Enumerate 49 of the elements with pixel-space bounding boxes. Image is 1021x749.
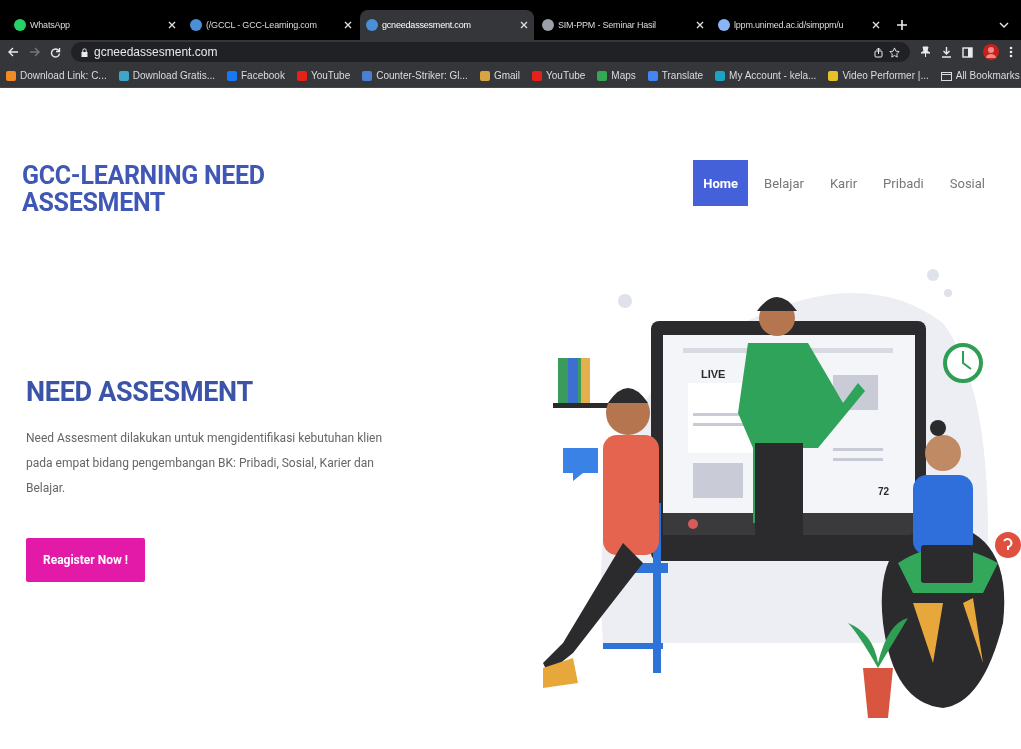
hero-description: Need Assesment dilakukan untuk mengidentifikasi kebutuhan klien pada empat bidang pengembangan BK: Pribadi, Sosial, Karier dan Belajar. [26,430,384,497]
folder-icon [940,70,952,81]
bookmark[interactable]: Counter-Striker: Gl... [362,70,468,81]
nav-link[interactable]: Sosial [939,160,995,206]
bookmark[interactable]: Download Link: C... [6,70,107,81]
profile-avatar-icon[interactable] [983,44,999,60]
bookmark[interactable]: YouTube [296,70,351,81]
viewer-count: 72 [878,486,890,497]
bookmark[interactable]: Facebook [227,70,285,81]
close-icon[interactable] [344,21,352,29]
forward-icon[interactable] [29,47,40,57]
browser-tab[interactable]: lppm.unimed.ac.id/simppm/u [712,10,886,40]
site-title: GCC-LEARNING NEED ASSESMENT [22,162,266,216]
bookmark[interactable]: Video Performer |... [828,70,929,81]
bookmark[interactable]: YouTube [532,70,586,81]
back-icon[interactable] [8,47,19,57]
new-tab-icon[interactable] [896,19,908,31]
register-button[interactable]: Reagister Now ! [26,538,145,582]
reload-icon[interactable] [50,46,61,58]
menu-icon[interactable] [1009,46,1013,58]
live-label: LIVE [701,368,726,380]
bookmark[interactable]: Download Gratis... [118,70,215,81]
nav-link[interactable]: Karir [819,160,868,206]
chevron-down-icon[interactable] [999,22,1009,28]
browser-tab[interactable]: SIM-PPM - Seminar Hasil [536,10,710,40]
browser-tab[interactable]: (/GCCL - GCC-Learning.com [184,10,358,40]
bookmark[interactable]: Translate [647,70,704,81]
nav-link[interactable]: Belajar [754,160,814,206]
all-bookmarks-button[interactable]: All Bookmarks [940,70,1020,81]
bookmark[interactable]: My Account - kela... [715,70,817,81]
close-icon[interactable] [168,21,176,29]
browser-tab[interactable]: gcneedassesment.com [360,10,534,40]
bookmark[interactable]: Maps [597,70,636,81]
url-text: gcneedassesment.com [94,45,218,59]
nav-link[interactable]: Pribadi [873,160,934,206]
lock-icon [81,47,88,57]
close-icon[interactable] [696,21,704,29]
hero-heading: NEED ASSESMENT [26,376,254,408]
browser-tab[interactable]: WhatsApp [8,10,182,40]
pin-icon[interactable] [920,46,931,58]
star-icon[interactable] [889,46,900,58]
share-icon[interactable] [874,46,883,58]
bookmark[interactable]: Gmail [479,70,521,81]
side-panel-icon[interactable] [962,46,973,58]
download-icon[interactable] [941,46,952,58]
address-bar[interactable]: gcneedassesment.com [71,42,910,62]
close-icon[interactable] [520,21,528,29]
close-icon[interactable] [872,21,880,29]
nav-link[interactable]: Home [693,160,749,206]
